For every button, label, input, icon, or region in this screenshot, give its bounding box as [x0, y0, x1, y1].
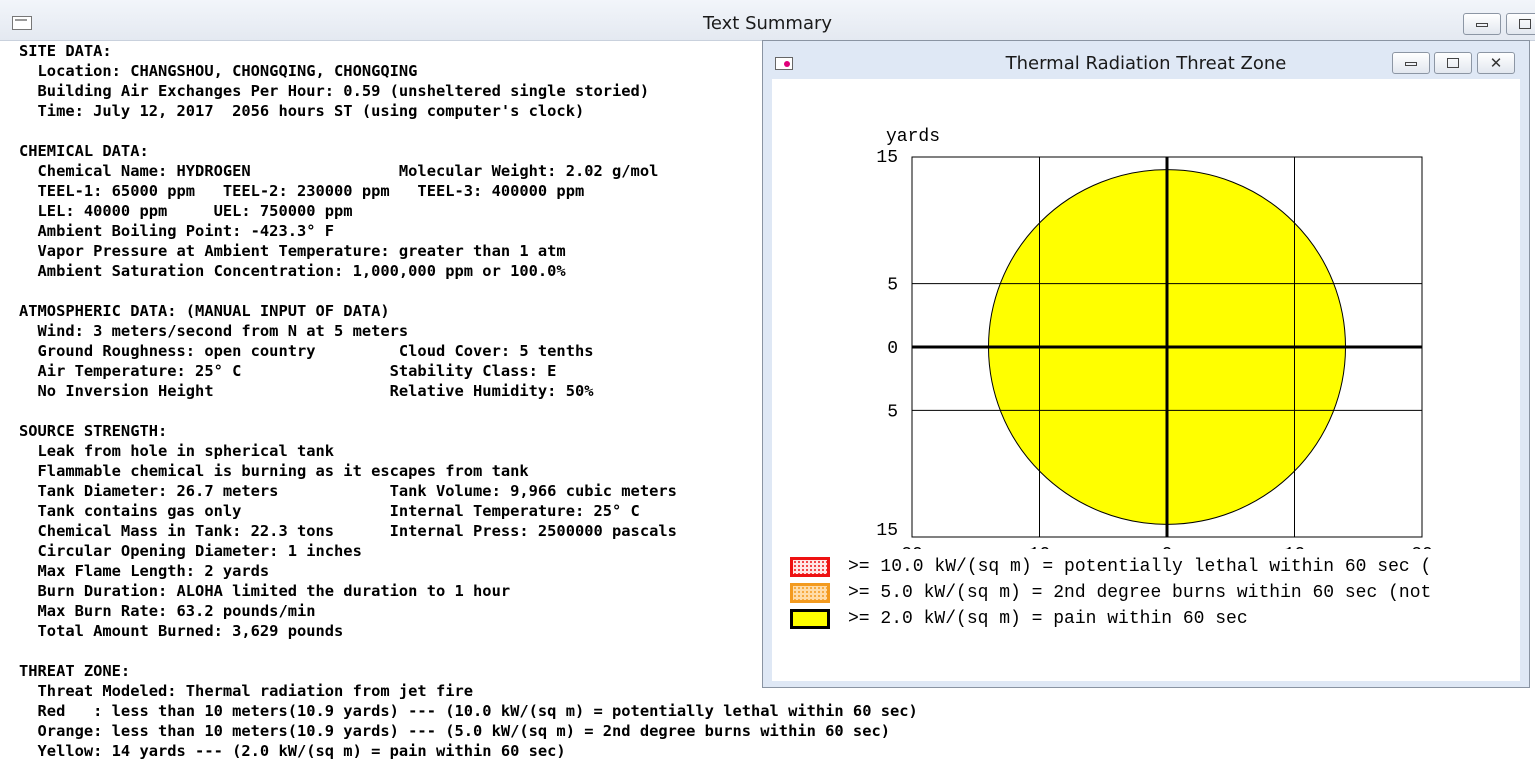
restore-icon: [1519, 19, 1531, 29]
y-tick-label: 15: [876, 148, 898, 168]
threat-minimize-button[interactable]: [1392, 52, 1430, 74]
y-tick-label: 5: [887, 402, 898, 422]
summary-line: Red : less than 10 meters(10.9 yards) --…: [19, 702, 918, 720]
minimize-icon: [1405, 62, 1417, 66]
threat-zone-window[interactable]: Thermal Radiation Threat Zone ✕ 20 10 0 10 2…: [762, 40, 1530, 688]
close-icon: ✕: [1489, 54, 1503, 72]
restore-icon: [1447, 58, 1459, 68]
restore-button[interactable]: [1506, 13, 1535, 35]
summary-line: Yellow: 14 yards --- (2.0 kW/(sq m) = pa…: [19, 742, 566, 760]
x-tick-label: 0: [1162, 545, 1173, 549]
y-tick-label: 5: [887, 276, 898, 296]
legend-swatch-yellow: [790, 609, 830, 629]
text-summary-titlebar[interactable]: Text Summary: [0, 0, 1535, 41]
y-axis-label: yards: [886, 127, 940, 147]
threat-zone-chart: 2010010201550515yardsyards: [876, 127, 1433, 549]
threat-zone-plot-area: 2010010201550515yardsyards >= 10.0 kW/(s…: [772, 79, 1520, 681]
minimize-icon: [1476, 23, 1488, 27]
x-tick-label: 20: [901, 545, 923, 549]
legend-swatch-red: [790, 557, 830, 577]
minimize-button[interactable]: [1463, 13, 1501, 35]
x-tick-label: 20: [1411, 545, 1433, 549]
legend-label-yellow: >= 2.0 kW/(sq m) = pain within 60 sec: [848, 609, 1248, 629]
threat-zone-titlebar[interactable]: Thermal Radiation Threat Zone ✕: [763, 41, 1529, 79]
legend-label-red: >= 10.0 kW/(sq m) = potentially lethal w…: [848, 557, 1432, 577]
summary-line: Orange: less than 10 meters(10.9 yards) …: [19, 722, 890, 740]
legend-swatch-orange: [790, 583, 830, 603]
text-summary-title: Text Summary: [702, 13, 833, 34]
legend-label-orange: >= 5.0 kW/(sq m) = 2nd degree burns with…: [848, 583, 1432, 603]
y-tick-label: 15: [876, 521, 898, 541]
y-tick-label: 0: [887, 339, 898, 359]
x-tick-label: 10: [1029, 545, 1051, 549]
threat-close-button[interactable]: ✕: [1477, 52, 1515, 74]
x-tick-label: 10: [1284, 545, 1306, 549]
threat-restore-button[interactable]: [1434, 52, 1472, 74]
